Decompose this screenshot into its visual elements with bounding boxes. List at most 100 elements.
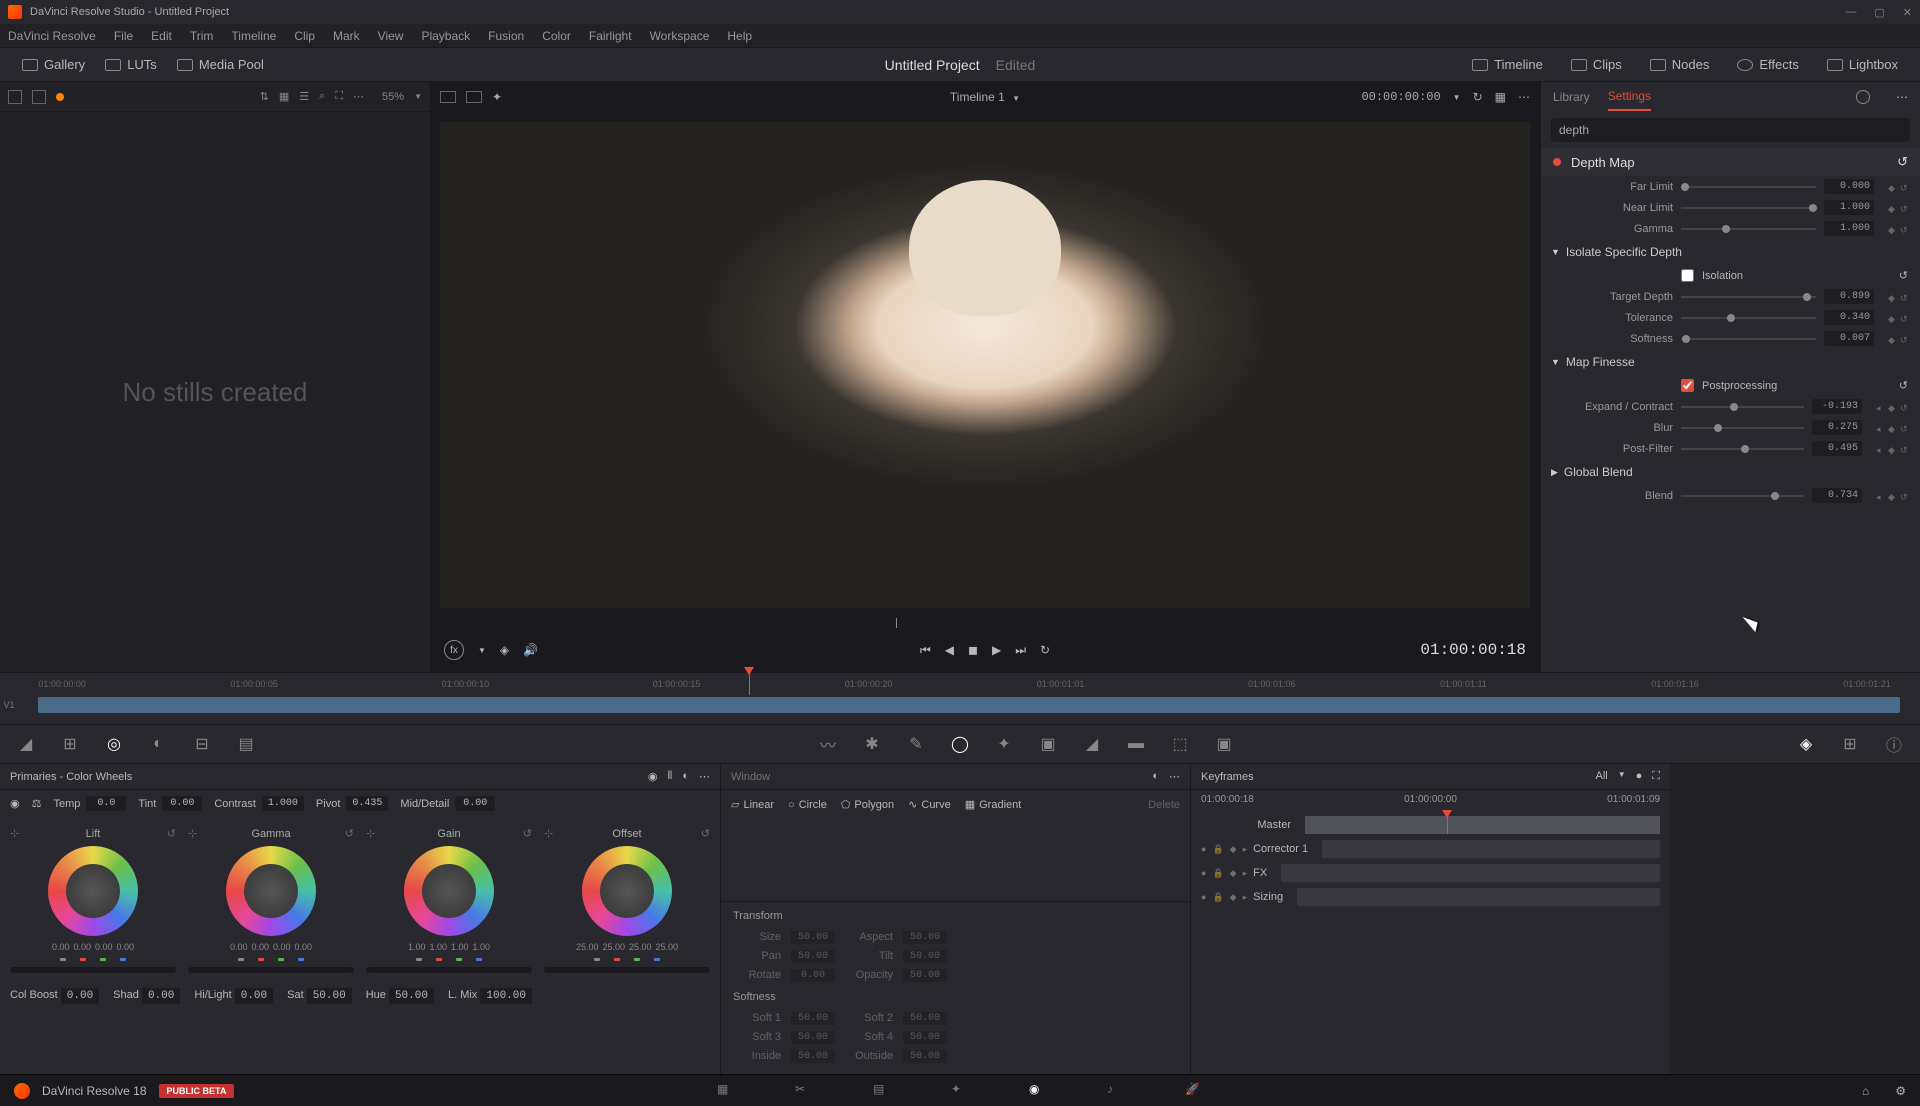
3d-icon[interactable]: ▣ — [1214, 734, 1234, 754]
fusion-page-icon[interactable]: ✦ — [951, 1082, 969, 1100]
info-icon[interactable]: ⓘ — [1884, 734, 1904, 754]
close-icon[interactable]: ✕ — [1903, 6, 1912, 19]
target-depth-slider[interactable] — [1681, 296, 1816, 298]
gear-icon[interactable]: ⚙ — [1895, 1084, 1906, 1098]
color-page-icon[interactable]: ◉ — [1029, 1082, 1047, 1100]
minimize-icon[interactable]: — — [1845, 6, 1856, 19]
highlight-icon[interactable] — [440, 91, 456, 103]
far-limit-value[interactable]: 0.000 — [1824, 179, 1874, 194]
kf-reset-icon[interactable]: ↺ — [1900, 403, 1908, 411]
reset-icon[interactable]: ↺ — [1897, 154, 1908, 170]
effects-button[interactable]: Effects — [1727, 53, 1809, 76]
split-icon[interactable] — [466, 91, 482, 103]
next-frame-icon[interactable]: ⏭ — [1015, 643, 1026, 658]
more-icon[interactable]: ⋯ — [1169, 770, 1180, 783]
menu-mark[interactable]: Mark — [333, 29, 360, 43]
timeline-name[interactable]: Timeline 1 — [950, 90, 1005, 104]
grab-icon[interactable] — [32, 90, 46, 104]
scrubber[interactable] — [896, 618, 897, 628]
offset-wheel[interactable] — [582, 846, 672, 936]
video-track[interactable] — [38, 697, 1900, 713]
gamma-master-wheel[interactable] — [188, 967, 354, 973]
magic-mask-icon[interactable]: ▣ — [1038, 734, 1058, 754]
custom-icon[interactable]: ◐ — [148, 734, 168, 754]
isolation-checkbox[interactable] — [1681, 269, 1694, 282]
middetail-value[interactable]: 0.00 — [455, 796, 495, 811]
more-icon[interactable]: ⋯ — [699, 770, 710, 783]
loop-icon[interactable]: ↻ — [1473, 90, 1483, 104]
menu-trim[interactable]: Trim — [190, 29, 214, 43]
deliver-page-icon[interactable]: 🚀 — [1185, 1082, 1203, 1100]
gamma-slider[interactable] — [1681, 228, 1816, 230]
kf-all[interactable]: All — [1595, 770, 1607, 783]
contrast-value[interactable]: 1.000 — [262, 796, 304, 811]
postproc-checkbox[interactable] — [1681, 379, 1694, 392]
key-icon[interactable]: ▬ — [1126, 734, 1146, 754]
menu-playback[interactable]: Playback — [421, 29, 470, 43]
temp-value[interactable]: 0.0 — [86, 796, 126, 811]
gradient-button[interactable]: ▦Gradient — [965, 798, 1022, 811]
expand-icon[interactable]: ⛶ — [335, 90, 343, 103]
timecode[interactable]: 01:00:00:18 — [1420, 641, 1526, 659]
stop-icon[interactable]: ◼ — [968, 643, 978, 657]
kf-master-row[interactable]: Master — [1191, 813, 1670, 837]
home-icon[interactable]: ⌂ — [1862, 1084, 1869, 1098]
tint-value[interactable]: 0.00 — [162, 796, 202, 811]
zoom-value[interactable]: 55% — [382, 91, 404, 103]
chevron-down-icon[interactable]: ▼ — [1453, 93, 1461, 102]
first-frame-icon[interactable]: ⏮ — [920, 643, 931, 658]
fairlight-page-icon[interactable]: ♪ — [1107, 1082, 1125, 1100]
record-icon[interactable] — [56, 93, 64, 101]
enable-dot-icon[interactable] — [1553, 158, 1561, 166]
kf-diamond-icon[interactable]: ◆ — [1888, 403, 1896, 411]
magic-icon[interactable]: ✦ — [492, 90, 502, 104]
pivot-value[interactable]: 0.435 — [346, 796, 388, 811]
mediapool-button[interactable]: Media Pool — [167, 53, 274, 76]
sizing-icon[interactable]: ⬚ — [1170, 734, 1190, 754]
qualifier-icon[interactable]: ⊞ — [60, 734, 80, 754]
curve-button[interactable]: ∿Curve — [908, 798, 951, 811]
softness-slider[interactable] — [1681, 338, 1816, 340]
menu-fairlight[interactable]: Fairlight — [589, 29, 632, 43]
wheels-icon[interactable]: ◎ — [104, 734, 124, 754]
gallery-button[interactable]: Gallery — [12, 53, 95, 76]
menu-help[interactable]: Help — [727, 29, 752, 43]
target-depth-value[interactable]: 0.899 — [1824, 289, 1874, 304]
cut-page-icon[interactable]: ✂ — [795, 1082, 813, 1100]
tolerance-slider[interactable] — [1681, 317, 1816, 319]
menu-edit[interactable]: Edit — [151, 29, 172, 43]
expand-value[interactable]: -0.193 — [1812, 399, 1862, 414]
bars-icon[interactable]: ⦀ — [668, 770, 673, 783]
duration[interactable]: 00:00:00:00 — [1361, 90, 1440, 104]
loop-toggle-icon[interactable]: ↻ — [1040, 643, 1050, 657]
warper-icon[interactable]: ✱ — [862, 734, 882, 754]
scopes-icon[interactable]: ▤ — [236, 734, 256, 754]
menu-file[interactable]: File — [114, 29, 133, 43]
more-icon[interactable]: ⋯ — [1896, 90, 1908, 104]
reset-icon[interactable]: ↺ — [167, 827, 176, 840]
play-icon[interactable]: ▶ — [992, 643, 1001, 657]
picker-icon[interactable]: ◉ — [10, 797, 20, 810]
gamma-wheel[interactable] — [226, 846, 316, 936]
maximize-icon[interactable]: ▢ — [1874, 6, 1884, 19]
delete-button[interactable]: Delete — [1148, 799, 1180, 811]
tab-settings[interactable]: Settings — [1608, 83, 1651, 111]
menu-view[interactable]: View — [378, 29, 404, 43]
far-limit-slider[interactable] — [1681, 186, 1816, 188]
kf-sizing-row[interactable]: ●🔒◆▸Sizing — [1191, 885, 1670, 909]
prev-frame-icon[interactable]: ◀ — [945, 643, 954, 657]
blur-value[interactable]: 0.275 — [1812, 420, 1862, 435]
picker-icon[interactable]: ⊹ — [10, 827, 19, 840]
lift-master-wheel[interactable] — [10, 967, 176, 973]
tab-library[interactable]: Library — [1553, 84, 1590, 110]
expand-slider[interactable] — [1681, 406, 1804, 408]
circle-button[interactable]: ○Circle — [788, 799, 827, 811]
menu-clip[interactable]: Clip — [294, 29, 315, 43]
playhead[interactable] — [749, 673, 750, 695]
section-isolate[interactable]: ▼Isolate Specific Depth — [1541, 239, 1920, 265]
search-input[interactable] — [1551, 118, 1910, 142]
kf-corrector-row[interactable]: ●🔒◆▸Corrector 1 — [1191, 837, 1670, 861]
colboost-value[interactable]: 0.00 — [61, 988, 99, 1004]
menu-color[interactable]: Color — [542, 29, 571, 43]
expand-icon[interactable]: ⛶ — [1652, 770, 1660, 783]
